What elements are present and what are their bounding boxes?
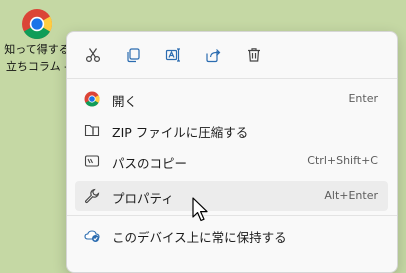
menu-item-open[interactable]: 開く Enter: [75, 84, 388, 114]
share-button[interactable]: [199, 41, 227, 69]
context-menu-toolbar: [67, 32, 397, 78]
zip-folder-icon: [84, 124, 100, 137]
menu-item-copy-path[interactable]: パスのコピー Ctrl+Shift+C: [75, 146, 388, 176]
cut-button[interactable]: [79, 41, 107, 69]
wrench-icon: [84, 188, 100, 204]
chrome-icon: [22, 9, 53, 40]
onedrive-icon: [84, 230, 100, 242]
delete-button[interactable]: [240, 41, 268, 69]
menu-item-properties[interactable]: プロパティ Alt+Enter: [75, 181, 388, 211]
menu-item-label: ZIP ファイルに圧縮する: [112, 125, 249, 140]
share-icon: [206, 49, 221, 63]
mouse-cursor-icon: [192, 197, 208, 222]
copy-path-icon: [84, 155, 100, 167]
menu-item-compress-zip[interactable]: ZIP ファイルに圧縮する: [75, 115, 388, 145]
delete-icon: [248, 48, 260, 62]
menu-item-label: プロパティ: [112, 191, 174, 206]
menu-item-label: 開く: [112, 94, 138, 109]
menu-divider: [67, 215, 397, 216]
rename-button[interactable]: [159, 41, 187, 69]
toolbar-divider: [67, 78, 397, 79]
menu-item-shortcut: Alt+Enter: [324, 189, 378, 202]
menu-item-label: パスのコピー: [112, 156, 188, 171]
menu-item-label: このデバイス上に常に保持する: [112, 230, 287, 245]
desktop-shortcut[interactable]: 知って得する 立ちコラム -: [4, 8, 70, 74]
copy-icon: [127, 48, 140, 63]
menu-item-always-keep-on-device[interactable]: このデバイス上に常に保持する: [75, 220, 388, 250]
desktop-shortcut-label-line1: 知って得する: [4, 43, 70, 56]
desktop-shortcut-label-line2: 立ちコラム -: [5, 60, 69, 73]
chrome-icon: [84, 91, 100, 107]
rename-icon: [165, 48, 180, 62]
context-menu: 開く Enter ZIP ファイルに圧縮する パスのコピー Ctrl+Shift…: [66, 31, 398, 273]
copy-button[interactable]: [119, 41, 147, 69]
menu-item-shortcut: Enter: [348, 92, 378, 105]
menu-item-shortcut: Ctrl+Shift+C: [307, 154, 378, 167]
cut-icon: [85, 48, 101, 63]
